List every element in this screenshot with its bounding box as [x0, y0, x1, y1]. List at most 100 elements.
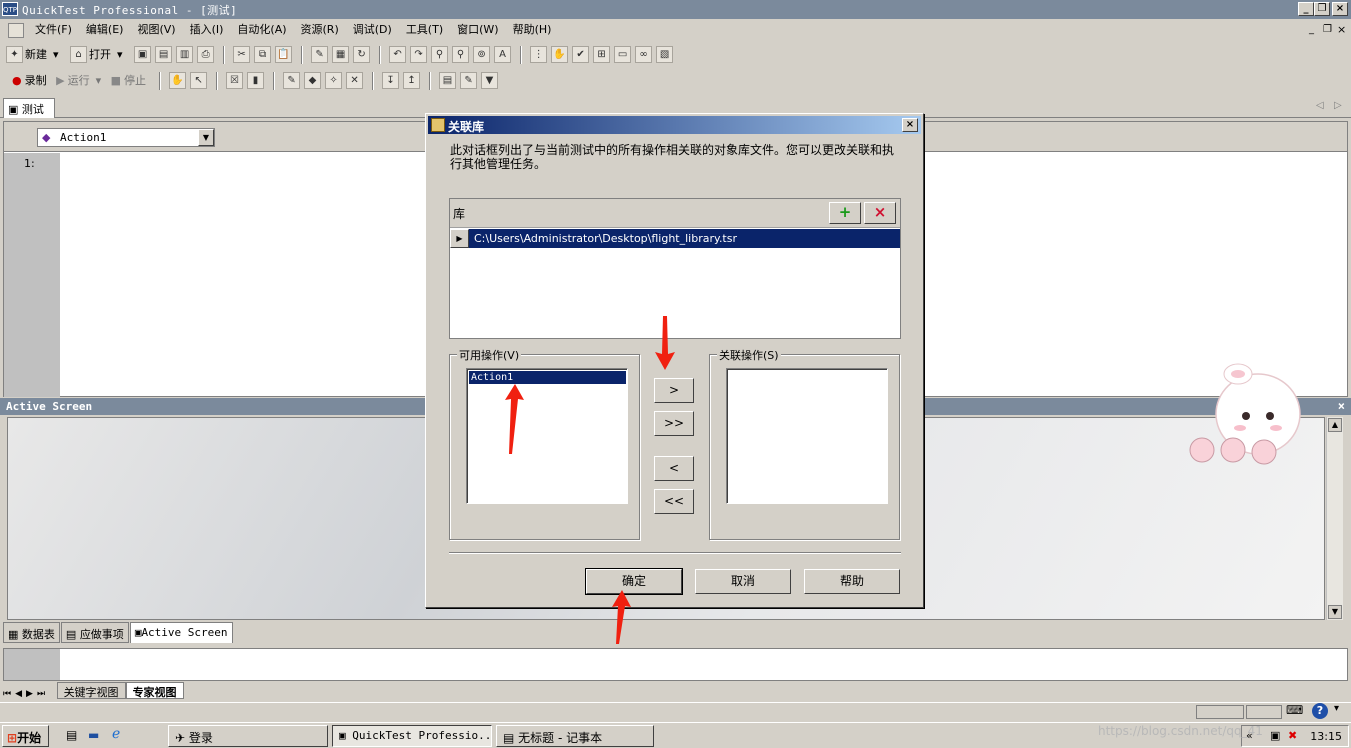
menu-file[interactable]: 文件(F) [28, 19, 79, 41]
minimize-button[interactable]: _ [1298, 2, 1314, 16]
tab-todo[interactable]: ▤ 应做事项 [60, 622, 129, 643]
menu-view[interactable]: 视图(V) [130, 19, 182, 41]
menu-window[interactable]: 窗口(W) [450, 19, 505, 41]
close-button[interactable]: × [1332, 2, 1348, 16]
dialog-close-button[interactable]: × [902, 118, 918, 132]
associated-actions-list[interactable] [726, 368, 888, 504]
cancel-button[interactable]: 取消 [695, 569, 791, 594]
copy-icon[interactable]: ⧉ [254, 46, 272, 63]
properties-icon[interactable]: ▦ [332, 46, 350, 63]
battery-icon[interactable]: ▮ [247, 72, 265, 89]
active-screen-scrollbar[interactable]: ▲ ▼ [1326, 417, 1343, 620]
open-button[interactable]: 打开 [89, 43, 111, 66]
print-icon[interactable]: ⎙ [197, 46, 215, 63]
grid-icon[interactable]: ⊞ [593, 46, 611, 63]
record-icon[interactable]: ● [12, 69, 22, 92]
tab-scroll-left-icon[interactable]: ◁ [1316, 100, 1324, 111]
run-button[interactable]: 运行 [68, 69, 90, 92]
step-out-icon[interactable]: ↥ [403, 72, 421, 89]
save-icon[interactable]: ▣ [134, 46, 152, 63]
new-icon[interactable]: ✦ [6, 46, 23, 63]
menu-edit[interactable]: 编辑(E) [79, 19, 131, 41]
find-icon[interactable]: ⚲ [431, 46, 449, 63]
insert-output-icon[interactable]: ✧ [325, 72, 343, 89]
scroll-down-icon[interactable]: ▼ [1328, 605, 1342, 619]
undo-icon[interactable]: ↶ [389, 46, 407, 63]
binoculars-icon[interactable]: ⊚ [473, 46, 491, 63]
tab-test[interactable]: ▣ 测试 [3, 98, 55, 118]
restore-button[interactable]: ❐ [1314, 2, 1330, 16]
action-select[interactable]: ◆ Action1 ▼ [37, 128, 215, 147]
insert-checkpoint-icon[interactable]: ◆ [304, 72, 322, 89]
checkpoint-icon[interactable]: ✔ [572, 46, 590, 63]
list-item[interactable]: Action1 [469, 371, 626, 384]
redo-icon[interactable]: ↷ [410, 46, 428, 63]
tab-keyword-view[interactable]: 关键字视图 [56, 682, 126, 699]
help-icon[interactable]: ? [1312, 703, 1328, 719]
results-icon[interactable]: ☒ [226, 72, 244, 89]
edit-icon[interactable]: ✎ [311, 46, 329, 63]
object-spy-icon[interactable]: ✋ [551, 46, 569, 63]
analog-record-icon[interactable]: ✋ [169, 72, 187, 89]
alert-icon[interactable]: ✖ [1288, 729, 1297, 742]
tab-expert-view[interactable]: 专家视图 [125, 682, 184, 699]
quicklaunch-monitor-icon[interactable]: ▬ [88, 728, 99, 742]
watch-icon[interactable]: ▼ [481, 72, 499, 89]
menu-insert[interactable]: 插入(I) [183, 19, 231, 41]
tab-scroll-right-icon[interactable]: ▷ [1334, 100, 1342, 111]
run-icon[interactable]: ▶ [56, 69, 64, 92]
move-right-button[interactable]: > [654, 378, 694, 403]
move-left-button[interactable]: < [654, 456, 694, 481]
open-dropdown-icon[interactable]: ▾ [117, 43, 123, 66]
status-dropdown-icon[interactable]: ▾ [1334, 703, 1339, 714]
menu-automation[interactable]: 自动化(A) [230, 19, 293, 41]
new-dropdown-icon[interactable]: ▾ [53, 43, 59, 66]
task-quicktest[interactable]: ▣ QuickTest Professio... [332, 725, 492, 747]
document-icon[interactable] [8, 23, 24, 38]
associate-library-icon[interactable]: ▧ [656, 46, 674, 63]
mdi-close-icon[interactable]: × [1337, 23, 1346, 36]
save-all-icon[interactable]: ▤ [155, 46, 173, 63]
spell-check-icon[interactable]: A [494, 46, 512, 63]
nav-last-icon[interactable]: ⏭ [37, 689, 45, 699]
link-icon[interactable]: ∞ [635, 46, 653, 63]
menu-tools[interactable]: 工具(T) [399, 19, 450, 41]
tab-active-screen[interactable]: ▣Active Screen [129, 622, 233, 643]
task-notepad[interactable]: ▤ 无标题 - 记事本 [496, 725, 654, 747]
task-login[interactable]: ✈ 登录 [168, 725, 328, 747]
chevron-down-icon[interactable]: ▼ [198, 129, 214, 146]
low-level-record-icon[interactable]: ↖ [190, 72, 208, 89]
nav-prev-icon[interactable]: ◀ [15, 689, 22, 699]
open-icon[interactable]: ⌂ [70, 46, 88, 63]
tools-icon[interactable]: ✕ [346, 72, 364, 89]
print-preview-icon[interactable]: ▥ [176, 46, 194, 63]
mdi-minimize-icon[interactable]: _ [1309, 24, 1314, 35]
object-repository-icon[interactable]: ⋮ [530, 46, 548, 63]
secondary-editor[interactable] [3, 648, 1348, 681]
network-icon[interactable]: ▣ [1270, 729, 1280, 742]
stop-button[interactable]: 停止 [124, 69, 146, 92]
data-table-icon[interactable]: ▤ [439, 72, 457, 89]
refresh-icon[interactable]: ↻ [353, 46, 371, 63]
run-dropdown-icon[interactable]: ▾ [96, 69, 102, 92]
nav-first-icon[interactable]: ⏮ [3, 689, 11, 699]
nav-next-icon[interactable]: ▶ [26, 689, 33, 699]
help-button[interactable]: 帮助 [804, 569, 900, 594]
menu-help[interactable]: 帮助(H) [506, 19, 559, 41]
quicklaunch-desktop-icon[interactable]: ▤ [66, 728, 77, 742]
menu-resources[interactable]: 资源(R) [294, 19, 346, 41]
record-button[interactable]: 录制 [25, 69, 47, 92]
active-screen-close-icon[interactable]: × [1338, 399, 1345, 413]
library-row[interactable]: ▶ C:\Users\Administrator\Desktop\flight_… [450, 229, 900, 248]
mdi-restore-icon[interactable]: ❐ [1323, 24, 1332, 35]
stop-icon[interactable]: ■ [111, 69, 121, 92]
move-all-left-button[interactable]: << [654, 489, 694, 514]
remove-library-button[interactable]: × [864, 202, 896, 224]
menu-debug[interactable]: 调试(D) [346, 19, 399, 41]
scroll-up-icon[interactable]: ▲ [1328, 418, 1342, 432]
new-button[interactable]: 新建 [25, 43, 47, 66]
debug-viewer-icon[interactable]: ✎ [460, 72, 478, 89]
available-actions-list[interactable]: Action1 [466, 368, 628, 504]
paste-icon[interactable]: 📋 [275, 46, 293, 63]
find-next-icon[interactable]: ⚲ [452, 46, 470, 63]
